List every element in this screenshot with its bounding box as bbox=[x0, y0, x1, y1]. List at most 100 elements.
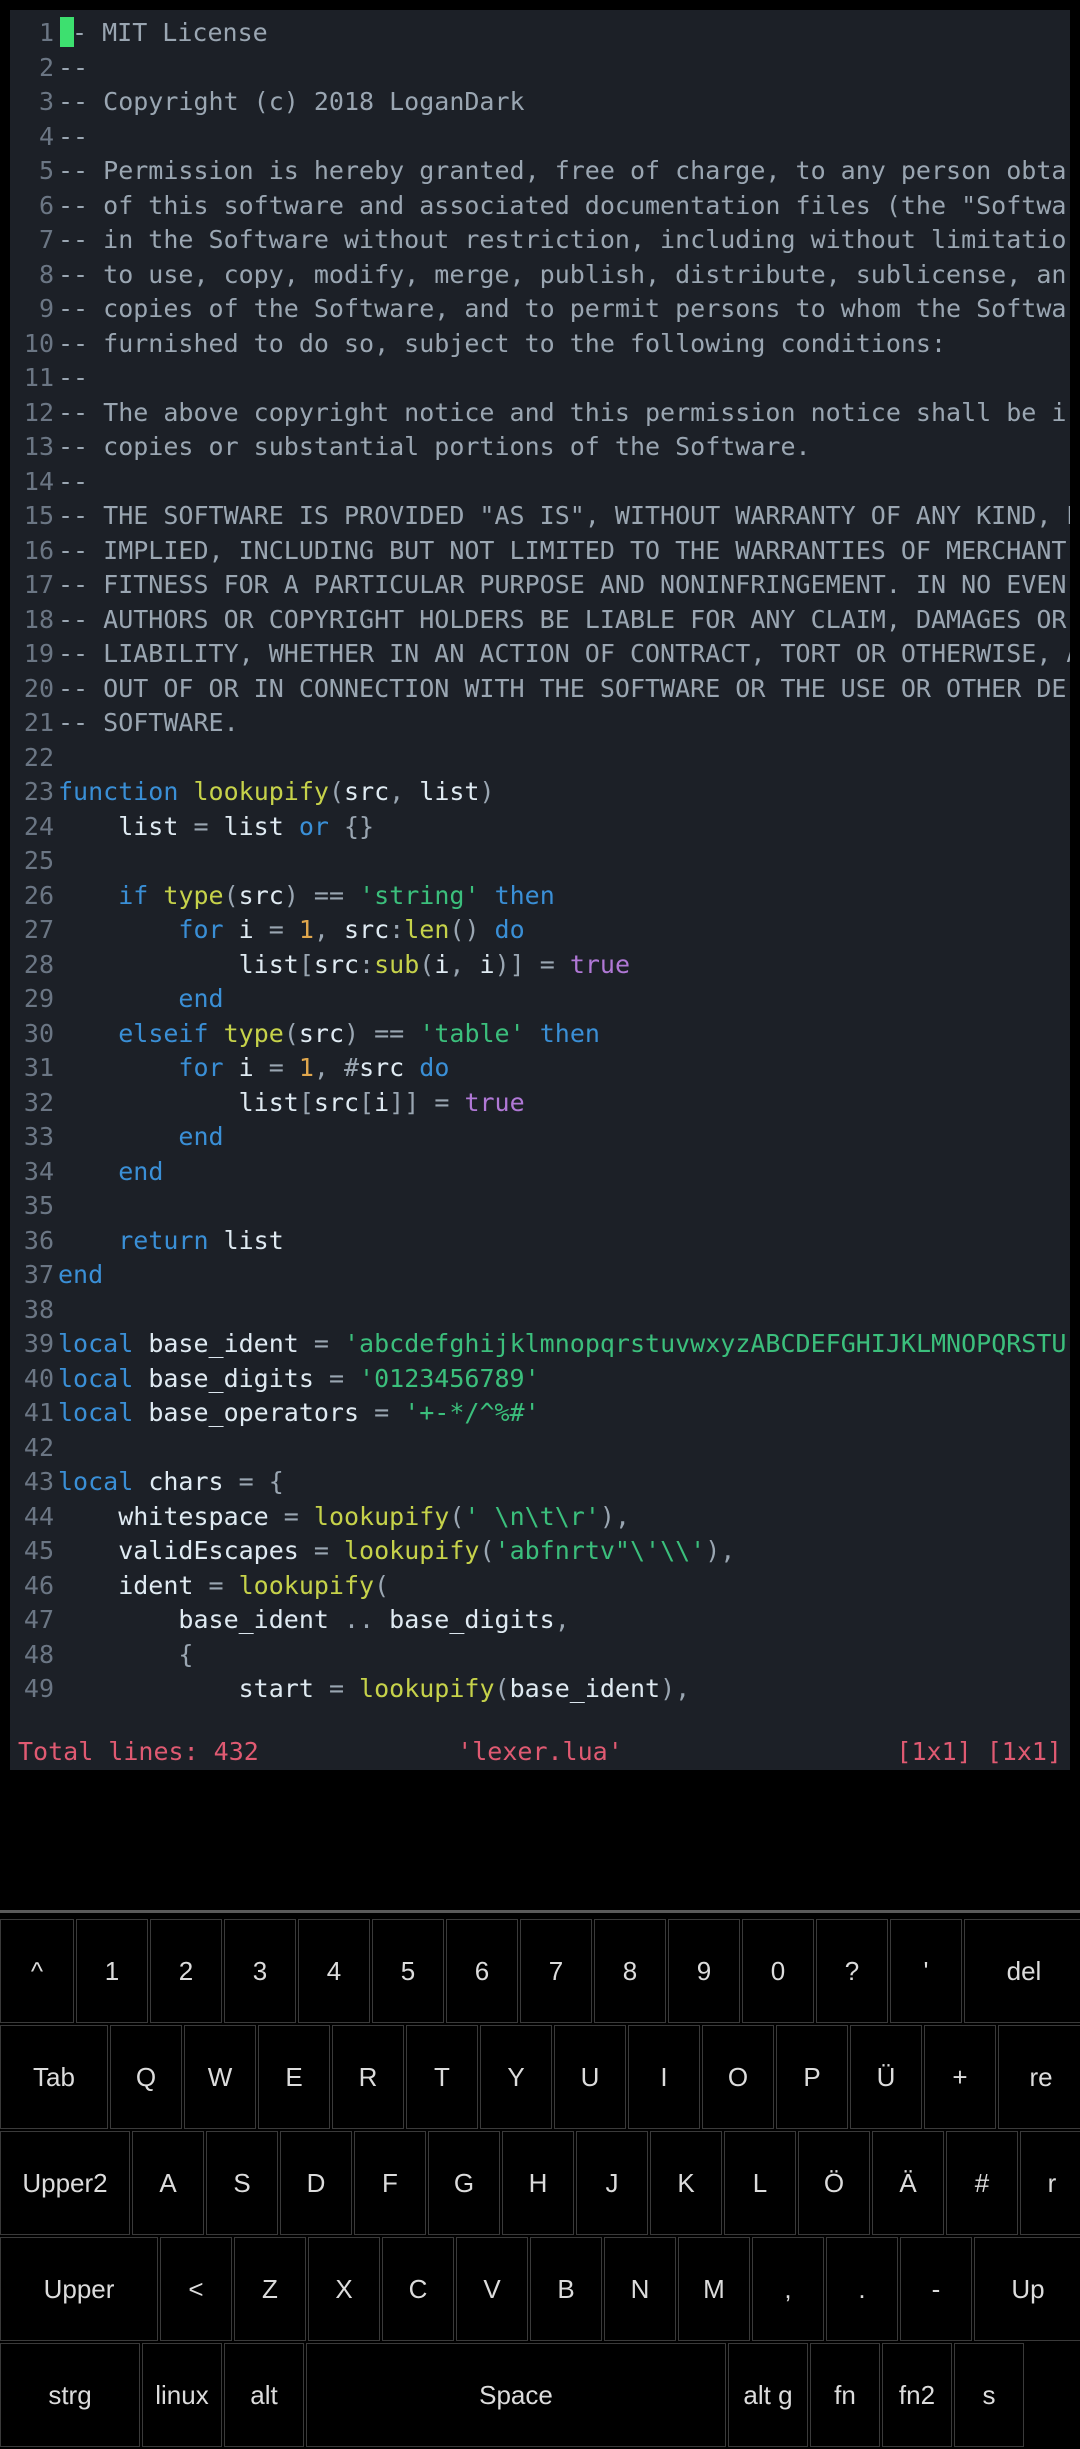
code-line[interactable]: 47 base_ident .. base_digits, bbox=[10, 1603, 1070, 1638]
key-c[interactable]: C bbox=[382, 2237, 454, 2341]
line-content[interactable]: base_ident .. base_digits, bbox=[58, 1603, 1070, 1638]
line-content[interactable]: -- Permission is hereby granted, free of… bbox=[58, 154, 1070, 189]
code-line[interactable]: 41local base_operators = '+-*/^%#' bbox=[10, 1396, 1070, 1431]
code-line[interactable]: 2-- bbox=[10, 51, 1070, 86]
code-line[interactable]: 8-- to use, copy, modify, merge, publish… bbox=[10, 258, 1070, 293]
key-8[interactable]: 8 bbox=[594, 1919, 666, 2023]
code-line[interactable]: 18-- AUTHORS OR COPYRIGHT HOLDERS BE LIA… bbox=[10, 603, 1070, 638]
line-content[interactable]: elseif type(src) == 'table' then bbox=[58, 1017, 1070, 1052]
code-line[interactable]: 37end bbox=[10, 1258, 1070, 1293]
line-content[interactable]: -- The above copyright notice and this p… bbox=[58, 396, 1070, 431]
line-content[interactable]: -- IMPLIED, INCLUDING BUT NOT LIMITED TO… bbox=[58, 534, 1070, 569]
key-1[interactable]: 1 bbox=[76, 1919, 148, 2023]
key-l[interactable]: L bbox=[724, 2131, 796, 2235]
key-3[interactable]: 3 bbox=[224, 1919, 296, 2023]
code-line[interactable]: 44 whitespace = lookupify(' \n\t\r'), bbox=[10, 1500, 1070, 1535]
line-content[interactable]: end bbox=[58, 1155, 1070, 1190]
key-s[interactable]: s bbox=[954, 2343, 1024, 2447]
line-content[interactable]: return list bbox=[58, 1224, 1070, 1259]
key-n[interactable]: N bbox=[604, 2237, 676, 2341]
line-content[interactable]: -- furnished to do so, subject to the fo… bbox=[58, 327, 1070, 362]
code-line[interactable]: 35 bbox=[10, 1189, 1070, 1224]
key-5[interactable]: 5 bbox=[372, 1919, 444, 2023]
code-lines[interactable]: 1- MIT License2--3-- Copyright (c) 2018 … bbox=[10, 10, 1070, 1707]
code-line[interactable]: 26 if type(src) == 'string' then bbox=[10, 879, 1070, 914]
key-i[interactable]: I bbox=[628, 2025, 700, 2129]
key-[interactable]: ' bbox=[890, 1919, 962, 2023]
line-content[interactable]: -- bbox=[58, 51, 1070, 86]
code-line[interactable]: 31 for i = 1, #src do bbox=[10, 1051, 1070, 1086]
line-content[interactable]: - MIT License bbox=[58, 16, 1070, 51]
line-content[interactable]: -- Copyright (c) 2018 LoganDark bbox=[58, 85, 1070, 120]
line-content[interactable]: validEscapes = lookupify('abfnrtv"\'\\')… bbox=[58, 1534, 1070, 1569]
key-u[interactable]: U bbox=[554, 2025, 626, 2129]
code-line[interactable]: 48 { bbox=[10, 1638, 1070, 1673]
key-[interactable]: ^ bbox=[0, 1919, 74, 2023]
code-line[interactable]: 11-- bbox=[10, 361, 1070, 396]
code-line[interactable]: 22 bbox=[10, 741, 1070, 776]
key-6[interactable]: 6 bbox=[446, 1919, 518, 2023]
key-a[interactable]: A bbox=[132, 2131, 204, 2235]
line-content[interactable]: list[src[i]] = true bbox=[58, 1086, 1070, 1121]
key-[interactable]: < bbox=[160, 2237, 232, 2341]
key-linux[interactable]: linux bbox=[142, 2343, 222, 2447]
key-re[interactable]: re bbox=[998, 2025, 1080, 2129]
code-line[interactable]: 1- MIT License bbox=[10, 16, 1070, 51]
line-content[interactable]: -- in the Software without restriction, … bbox=[58, 223, 1070, 258]
code-line[interactable]: 3-- Copyright (c) 2018 LoganDark bbox=[10, 85, 1070, 120]
key-up[interactable]: Up bbox=[974, 2237, 1080, 2341]
key-g[interactable]: G bbox=[428, 2131, 500, 2235]
code-line[interactable]: 20-- OUT OF OR IN CONNECTION WITH THE SO… bbox=[10, 672, 1070, 707]
line-content[interactable]: local chars = { bbox=[58, 1465, 1070, 1500]
key-o[interactable]: O bbox=[702, 2025, 774, 2129]
code-line[interactable]: 27 for i = 1, src:len() do bbox=[10, 913, 1070, 948]
key-p[interactable]: P bbox=[776, 2025, 848, 2129]
code-line[interactable]: 42 bbox=[10, 1431, 1070, 1466]
key-[interactable]: + bbox=[924, 2025, 996, 2129]
line-content[interactable]: local base_ident = 'abcdefghijklmnopqrst… bbox=[58, 1327, 1070, 1362]
key-t[interactable]: T bbox=[406, 2025, 478, 2129]
code-line[interactable]: 32 list[src[i]] = true bbox=[10, 1086, 1070, 1121]
key-h[interactable]: H bbox=[502, 2131, 574, 2235]
key-[interactable]: Ä bbox=[872, 2131, 944, 2235]
line-content[interactable]: end bbox=[58, 982, 1070, 1017]
key-upper[interactable]: Upper bbox=[0, 2237, 158, 2341]
code-line[interactable]: 39local base_ident = 'abcdefghijklmnopqr… bbox=[10, 1327, 1070, 1362]
line-content[interactable]: -- AUTHORS OR COPYRIGHT HOLDERS BE LIABL… bbox=[58, 603, 1070, 638]
key-del[interactable]: del bbox=[964, 1919, 1080, 2023]
key-2[interactable]: 2 bbox=[150, 1919, 222, 2023]
code-line[interactable]: 29 end bbox=[10, 982, 1070, 1017]
code-line[interactable]: 10-- furnished to do so, subject to the … bbox=[10, 327, 1070, 362]
line-content[interactable]: list[src:sub(i, i)] = true bbox=[58, 948, 1070, 983]
code-line[interactable]: 25 bbox=[10, 844, 1070, 879]
key-[interactable]: . bbox=[826, 2237, 898, 2341]
code-line[interactable]: 15-- THE SOFTWARE IS PROVIDED "AS IS", W… bbox=[10, 499, 1070, 534]
line-content[interactable]: ident = lookupify( bbox=[58, 1569, 1070, 1604]
key-space[interactable]: Space bbox=[306, 2343, 726, 2447]
line-content[interactable]: -- bbox=[58, 120, 1070, 155]
code-line[interactable]: 23function lookupify(src, list) bbox=[10, 775, 1070, 810]
code-line[interactable]: 49 start = lookupify(base_ident), bbox=[10, 1672, 1070, 1707]
key-y[interactable]: Y bbox=[480, 2025, 552, 2129]
code-line[interactable]: 45 validEscapes = lookupify('abfnrtv"\'\… bbox=[10, 1534, 1070, 1569]
key-4[interactable]: 4 bbox=[298, 1919, 370, 2023]
line-content[interactable]: -- SOFTWARE. bbox=[58, 706, 1070, 741]
code-line[interactable]: 5-- Permission is hereby granted, free o… bbox=[10, 154, 1070, 189]
key-r[interactable]: r bbox=[1020, 2131, 1080, 2235]
code-line[interactable]: 40local base_digits = '0123456789' bbox=[10, 1362, 1070, 1397]
line-content[interactable]: { bbox=[58, 1638, 1070, 1673]
code-line[interactable]: 19-- LIABILITY, WHETHER IN AN ACTION OF … bbox=[10, 637, 1070, 672]
code-line[interactable]: 9-- copies of the Software, and to permi… bbox=[10, 292, 1070, 327]
line-content[interactable]: -- copies or substantial portions of the… bbox=[58, 430, 1070, 465]
key-7[interactable]: 7 bbox=[520, 1919, 592, 2023]
code-line[interactable]: 33 end bbox=[10, 1120, 1070, 1155]
key-s[interactable]: S bbox=[206, 2131, 278, 2235]
code-editor[interactable]: 1- MIT License2--3-- Copyright (c) 2018 … bbox=[10, 10, 1070, 1770]
code-line[interactable]: 24 list = list or {} bbox=[10, 810, 1070, 845]
code-line[interactable]: 6-- of this software and associated docu… bbox=[10, 189, 1070, 224]
key-alt[interactable]: alt bbox=[224, 2343, 304, 2447]
code-line[interactable]: 14-- bbox=[10, 465, 1070, 500]
key-[interactable]: Ü bbox=[850, 2025, 922, 2129]
code-line[interactable]: 7-- in the Software without restriction,… bbox=[10, 223, 1070, 258]
line-content[interactable]: -- LIABILITY, WHETHER IN AN ACTION OF CO… bbox=[58, 637, 1070, 672]
